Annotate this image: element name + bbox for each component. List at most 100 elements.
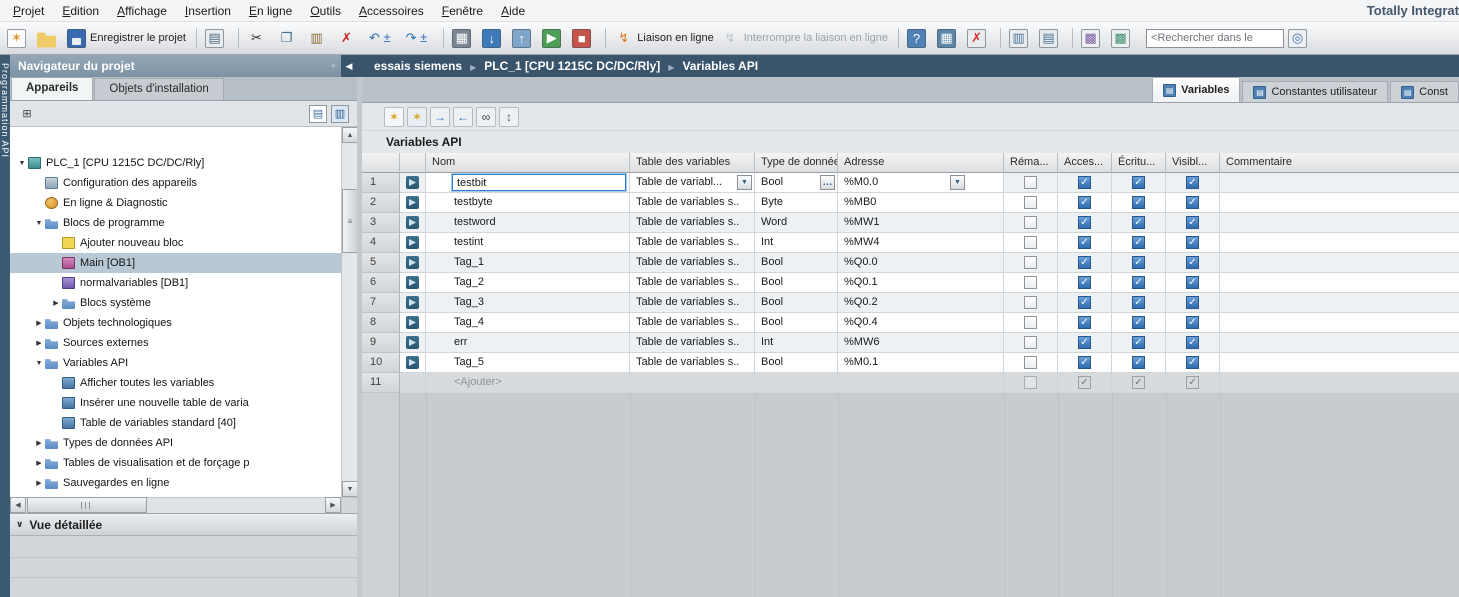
name-cell[interactable]: Tag_1: [426, 253, 630, 273]
name-cell[interactable]: Tag_4: [426, 313, 630, 333]
ecritu-checkbox[interactable]: [1132, 376, 1145, 389]
table-row[interactable]: 6 Tag_2 Table de variables s..▼ Bool… %Q…: [362, 273, 1459, 293]
address-cell[interactable]: %M0.1▼: [838, 353, 1004, 373]
column-header-adresse[interactable]: Adresse: [838, 153, 1004, 173]
go-offline-button[interactable]: ↯ Interrompre la liaison en ligne: [720, 28, 891, 49]
comment-cell[interactable]: [1220, 333, 1459, 353]
tree-item[interactable]: Insérer une nouvelle table de varia: [10, 393, 341, 413]
ecritu-checkbox[interactable]: [1132, 316, 1145, 329]
expander-icon[interactable]: ▶: [33, 339, 45, 347]
visibl-checkbox[interactable]: [1186, 256, 1199, 269]
tree-item[interactable]: Afficher toutes les variables: [10, 373, 341, 393]
acces-checkbox[interactable]: [1078, 296, 1091, 309]
address-cell[interactable]: %Q0.2▼: [838, 293, 1004, 313]
comment-cell[interactable]: [1220, 293, 1459, 313]
table-row[interactable]: 11 <Ajouter> ▼ … ▼: [362, 373, 1459, 393]
visibl-checkbox[interactable]: [1186, 276, 1199, 289]
table-cell[interactable]: Table de variables s..▼: [630, 293, 755, 313]
column-header-nom[interactable]: Nom: [426, 153, 630, 173]
breadcrumb-item[interactable]: essais siemens: [374, 59, 484, 73]
expander-icon[interactable]: ▶: [50, 299, 62, 307]
rema-checkbox[interactable]: [1024, 376, 1037, 389]
comment-cell[interactable]: [1220, 373, 1459, 393]
table-cell[interactable]: Table de variables s..▼: [630, 333, 755, 353]
acces-checkbox[interactable]: [1078, 276, 1091, 289]
type-cell[interactable]: Int…: [755, 233, 838, 253]
comment-cell[interactable]: [1220, 253, 1459, 273]
stop-cpu-icon[interactable]: ■: [571, 28, 598, 49]
tree-item[interactable]: ▼ Variables API: [10, 353, 341, 373]
expander-icon[interactable]: ▼: [33, 220, 45, 227]
menu-item[interactable]: Aide: [492, 2, 534, 20]
ecritu-checkbox[interactable]: [1132, 256, 1145, 269]
menu-item[interactable]: Affichage: [108, 2, 176, 20]
comment-cell[interactable]: [1220, 193, 1459, 213]
column-header-acces[interactable]: Acces...: [1058, 153, 1112, 173]
editor-tab[interactable]: ▤ Constantes utilisateur: [1242, 81, 1388, 102]
monitor-all-icon[interactable]: ∞: [476, 107, 496, 127]
menu-item[interactable]: Edition: [53, 2, 108, 20]
tree-item[interactable]: ▼ Blocs de programme: [10, 213, 341, 233]
address-cell[interactable]: %Q0.1▼: [838, 273, 1004, 293]
add-row-icon[interactable]: ✶: [407, 107, 427, 127]
ecritu-checkbox[interactable]: [1132, 236, 1145, 249]
search-input[interactable]: [1146, 29, 1284, 48]
vertical-scrollbar-thumb[interactable]: ≡: [342, 189, 358, 253]
cut-icon[interactable]: ✂: [246, 28, 273, 49]
type-cell[interactable]: Bool…: [755, 353, 838, 373]
upload-from-device-icon[interactable]: ↑: [511, 28, 538, 49]
acces-checkbox[interactable]: [1078, 196, 1091, 209]
table-cell[interactable]: Table de variables s..▼: [630, 273, 755, 293]
rema-checkbox[interactable]: [1024, 196, 1037, 209]
column-header-commentaire[interactable]: Commentaire: [1220, 153, 1459, 173]
editor-tab[interactable]: ▤ Variables: [1152, 77, 1240, 102]
pin-icon[interactable]: ▫: [325, 61, 341, 72]
name-cell[interactable]: Tag_5: [426, 353, 630, 373]
acces-checkbox[interactable]: [1078, 356, 1091, 369]
show-all-windows-icon[interactable]: ▩: [1110, 28, 1137, 49]
separator[interactable]: [1072, 28, 1073, 48]
rema-checkbox[interactable]: [1024, 236, 1037, 249]
collapsed-panel-tab[interactable]: Programmation API: [0, 55, 10, 597]
split-editor-horizontal-icon[interactable]: ▤: [1038, 28, 1065, 49]
name-cell[interactable]: err: [426, 333, 630, 353]
address-cell[interactable]: %Q0.4▼: [838, 313, 1004, 333]
rema-checkbox[interactable]: [1024, 316, 1037, 329]
visibl-checkbox[interactable]: [1186, 356, 1199, 369]
tree-vertical-scrollbar[interactable]: ▲ ≡ ▼: [341, 127, 357, 497]
go-online-button[interactable]: ↯ Liaison en ligne: [613, 28, 716, 49]
acces-checkbox[interactable]: [1078, 216, 1091, 229]
row-number-cell[interactable]: 1: [362, 173, 400, 193]
type-cell[interactable]: Bool…: [755, 253, 838, 273]
expander-icon[interactable]: ▼: [33, 360, 45, 367]
column-header-type[interactable]: Type de données: [755, 153, 838, 173]
rema-checkbox[interactable]: [1024, 336, 1037, 349]
table-row[interactable]: 7 Tag_3 Table de variables s..▼ Bool… %Q…: [362, 293, 1459, 313]
delete-icon[interactable]: ✗: [336, 28, 363, 49]
tree-item[interactable]: ▶ Types de données API: [10, 433, 341, 453]
stop-runtime-icon[interactable]: ✗: [966, 28, 993, 49]
visibl-checkbox[interactable]: [1186, 336, 1199, 349]
row-number-cell[interactable]: 2: [362, 193, 400, 213]
comment-cell[interactable]: [1220, 173, 1459, 193]
name-cell[interactable]: Tag_2: [426, 273, 630, 293]
address-cell[interactable]: %MW6▼: [838, 333, 1004, 353]
column-header-ecritu[interactable]: Écritu...: [1112, 153, 1166, 173]
tree-filter-icon[interactable]: ⊞: [18, 105, 36, 123]
save-project-button[interactable]: Enregistrer le projet: [66, 28, 189, 49]
table-row[interactable]: 4 testint Table de variables s..▼ Int… %…: [362, 233, 1459, 253]
import-icon[interactable]: ←: [453, 107, 473, 127]
type-cell[interactable]: Word…: [755, 213, 838, 233]
type-cell[interactable]: Int…: [755, 333, 838, 353]
table-cell[interactable]: Table de variabl...▼: [630, 173, 755, 193]
export-icon[interactable]: →: [430, 107, 450, 127]
type-cell[interactable]: Bool…: [755, 173, 838, 193]
breadcrumb-item[interactable]: Variables API: [682, 59, 758, 73]
row-number-cell[interactable]: 4: [362, 233, 400, 253]
type-cell[interactable]: …: [755, 373, 838, 393]
ecritu-checkbox[interactable]: [1132, 276, 1145, 289]
ecritu-checkbox[interactable]: [1132, 216, 1145, 229]
rema-checkbox[interactable]: [1024, 296, 1037, 309]
menu-item[interactable]: Projet: [4, 2, 53, 20]
table-row[interactable]: 1 testbit Table de variabl...▼ Bool… %M0…: [362, 173, 1459, 193]
